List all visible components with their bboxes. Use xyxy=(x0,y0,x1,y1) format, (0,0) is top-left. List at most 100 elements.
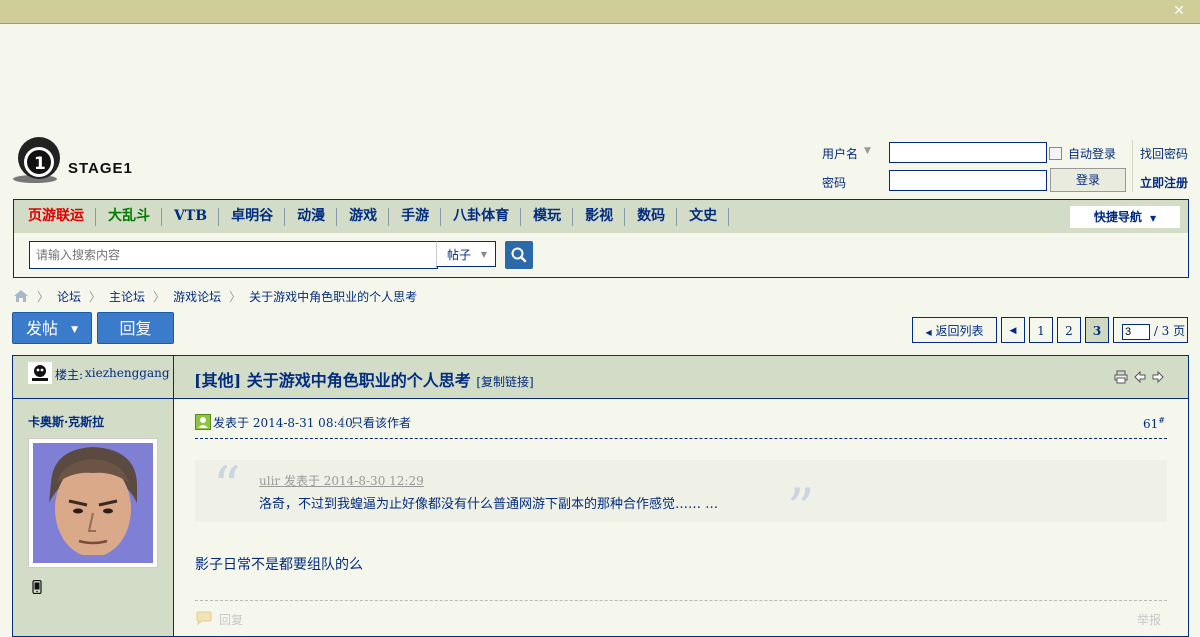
breadcrumb-separator: 〉 xyxy=(229,289,242,304)
next-thread-icon[interactable] xyxy=(1151,370,1165,384)
meta-divider: | xyxy=(341,414,346,428)
op-label: 楼主: xyxy=(55,368,84,382)
login-panel: 用户名 ▼ 自动登录 找回密码 密码 登录 立即注册 xyxy=(822,140,1192,200)
search-bar: 帖子 ▼ xyxy=(13,233,1189,278)
previous-thread-icon[interactable] xyxy=(1133,370,1147,384)
login-button[interactable]: 登录 xyxy=(1050,168,1126,192)
nav-item-vtb[interactable]: VTB xyxy=(162,200,220,233)
search-button[interactable] xyxy=(505,241,533,269)
reply-button[interactable]: 回复 xyxy=(97,312,174,344)
auto-login-label: 自动登录 xyxy=(1068,147,1117,161)
chevron-down-icon: ▼ xyxy=(1150,213,1157,223)
nav-item-gossip-sports[interactable]: 八卦体育 xyxy=(441,200,522,233)
quote-text: 洛奇，不过到我蝗逼为止好像都没有什么普通网游下副本的那种合作感觉…… … xyxy=(259,497,719,512)
reply-bubble-icon xyxy=(196,611,212,625)
breadcrumb-thread[interactable]: 关于游戏中角色职业的个人思考 xyxy=(249,288,417,305)
nav-item-mobile-games[interactable]: 手游 xyxy=(389,200,442,233)
back-to-list-button[interactable]: ◀ 返回列表 xyxy=(912,317,997,343)
close-quote-icon: ” xyxy=(787,477,815,540)
nav-item-digital[interactable]: 数码 xyxy=(625,200,678,233)
post-author-name[interactable]: 卡奥斯·克斯拉 xyxy=(28,413,104,430)
thread-category[interactable]: [其他] xyxy=(194,371,241,390)
author-avatar[interactable] xyxy=(28,438,158,568)
breadcrumb-separator: 〉 xyxy=(89,289,102,304)
quick-nav-button[interactable]: 快捷导航 ▼ xyxy=(1070,206,1180,228)
password-label: 密码 xyxy=(822,176,847,190)
floor-number[interactable]: 61# xyxy=(1143,416,1165,431)
breadcrumb-forum[interactable]: 论坛 xyxy=(57,288,81,305)
print-icon[interactable] xyxy=(1114,370,1128,384)
nav-item-games[interactable]: 游戏 xyxy=(337,200,390,233)
close-icon[interactable]: ✕ xyxy=(1172,4,1186,18)
chevron-left-icon: ◀ xyxy=(1009,326,1017,336)
search-input-wrapper xyxy=(29,241,438,269)
back-to-list-label: 返回列表 xyxy=(935,324,984,338)
copy-link-button[interactable]: [复制链接] xyxy=(476,375,533,389)
nav-item-models[interactable]: 模玩 xyxy=(521,200,574,233)
home-icon[interactable] xyxy=(13,289,29,303)
logo-text: STAGE1 xyxy=(68,160,133,177)
chevron-down-icon[interactable]: ▼ xyxy=(864,146,871,156)
site-logo[interactable]: 1 STAGE1 xyxy=(13,135,143,185)
search-icon xyxy=(511,247,527,263)
floor-hash: # xyxy=(1158,416,1165,425)
search-type-label: 帖子 xyxy=(447,248,472,262)
chevron-down-icon: ▼ xyxy=(71,324,79,335)
page-2-button[interactable]: 2 xyxy=(1057,317,1081,343)
prev-page-button[interactable]: ◀ xyxy=(1001,317,1025,343)
post-author-sidebar: 楼主: xiezhenggang 卡奥斯·克斯拉 xyxy=(13,356,174,636)
floor-number-value: 61 xyxy=(1143,417,1159,431)
forgot-password-link[interactable]: 找回密码 xyxy=(1140,145,1188,162)
logo-mark-icon: 1 xyxy=(13,137,60,183)
new-post-label: 发帖 xyxy=(25,319,58,338)
page-jump: / 3 页 xyxy=(1113,317,1188,343)
post-container: 楼主: xiezhenggang 卡奥斯·克斯拉 [其他] 关于游戏中角色职业的… xyxy=(12,355,1189,637)
only-author-link[interactable]: 只看该作者 xyxy=(351,414,411,431)
auto-login-checkbox[interactable] xyxy=(1049,147,1062,160)
thread-starter-row: 楼主: xiezhenggang xyxy=(13,356,173,399)
post-timestamp: 发表于 2014-8-31 08:40 xyxy=(213,416,353,430)
op-username[interactable]: xiezhenggang xyxy=(85,366,170,380)
username-label: 用户名 xyxy=(822,147,859,161)
chevron-down-icon: ▼ xyxy=(480,250,487,259)
svg-text:1: 1 xyxy=(34,154,46,174)
nav-item-webgame[interactable]: 页游联运 xyxy=(16,200,96,233)
reply-link[interactable]: 回复 xyxy=(219,611,243,628)
search-type-select[interactable]: 帖子 ▼ xyxy=(436,241,496,267)
login-divider xyxy=(1132,140,1133,192)
page-3-button[interactable]: 3 xyxy=(1085,317,1109,343)
thread-header: [其他] 关于游戏中角色职业的个人思考 [复制链接] xyxy=(174,356,1188,399)
thread-title: [其他] 关于游戏中角色职业的个人思考 [复制链接] xyxy=(194,367,534,391)
password-input[interactable] xyxy=(889,170,1047,191)
register-link[interactable]: 立即注册 xyxy=(1140,174,1188,191)
search-input[interactable] xyxy=(30,242,437,268)
nav-item-brawl[interactable]: 大乱斗 xyxy=(96,200,162,233)
nav-item-zhuomingu[interactable]: 卓明谷 xyxy=(219,200,286,233)
breadcrumb-separator: 〉 xyxy=(153,289,166,304)
nav-item-anime[interactable]: 动漫 xyxy=(285,200,338,233)
op-avatar-icon xyxy=(28,362,52,384)
post-footer-divider xyxy=(195,600,1167,601)
page-total-label: / 3 页 xyxy=(1153,324,1186,338)
main-nav: 页游联运 大乱斗 VTB 卓明谷 动漫 游戏 手游 八卦体育 模玩 影视 数码 … xyxy=(13,199,1189,234)
post-meta-divider xyxy=(195,438,1167,439)
chevron-left-icon: ◀ xyxy=(925,328,932,337)
breadcrumb-separator: 〉 xyxy=(37,289,50,304)
mobile-icon xyxy=(32,580,42,594)
breadcrumb-main-forum[interactable]: 主论坛 xyxy=(109,288,145,305)
quote-block: “ ulir 发表于 2014-8-30 12:29 洛奇，不过到我蝗逼为止好像… xyxy=(195,460,1167,536)
nav-item-history[interactable]: 文史 xyxy=(677,200,730,233)
new-post-button[interactable]: 发帖 ▼ xyxy=(12,312,92,344)
report-link[interactable]: 举报 xyxy=(1137,611,1161,628)
thread-title-text: 关于游戏中角色职业的个人思考 xyxy=(246,371,471,390)
pagination: ◀ 返回列表 ◀ 1 2 3 / 3 页 xyxy=(908,317,1188,343)
online-status-icon xyxy=(195,414,211,430)
page-jump-input[interactable] xyxy=(1122,323,1150,340)
breadcrumb-game-forum[interactable]: 游戏论坛 xyxy=(173,288,221,305)
nav-item-film[interactable]: 影视 xyxy=(573,200,626,233)
username-input[interactable] xyxy=(889,142,1047,163)
page-1-button[interactable]: 1 xyxy=(1029,317,1053,343)
quote-header[interactable]: ulir 发表于 2014-8-30 12:29 xyxy=(259,472,424,489)
avatar-portrait-icon xyxy=(33,443,153,563)
top-banner-bar: ✕ xyxy=(0,0,1200,24)
